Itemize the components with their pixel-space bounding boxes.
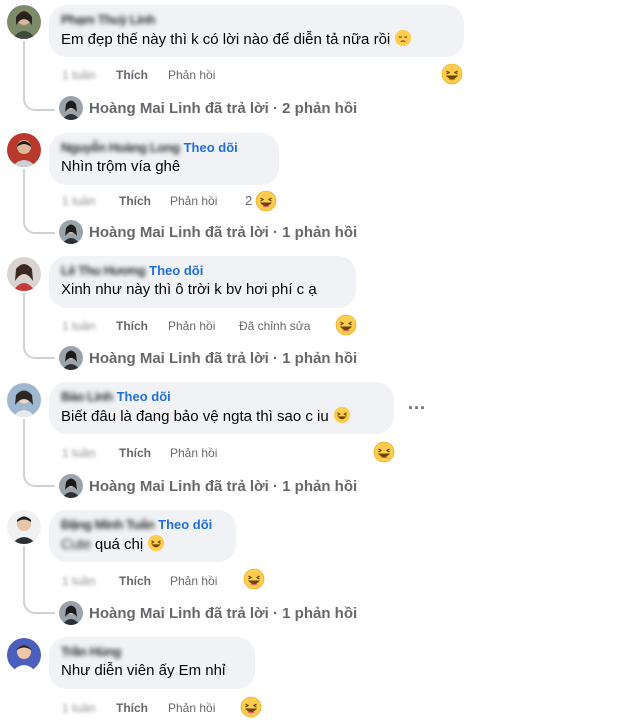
commenter-name[interactable]: Lê Thu Hương xyxy=(61,263,146,279)
comment-text-prefix: Cute xyxy=(61,536,91,553)
comment-time[interactable]: 1 tuần xyxy=(62,445,95,461)
comment-bubble: Trần Hùng Như diễn viên ấy Em nhỉ xyxy=(49,637,255,689)
like-button[interactable]: Thích xyxy=(119,445,151,461)
like-button[interactable]: Thích xyxy=(116,67,148,83)
more-options-icon[interactable]: ... xyxy=(408,393,426,414)
comment-text: quá chị xyxy=(94,536,144,553)
comment-actions: 1 tuần Thích Phản hồi xyxy=(62,67,262,83)
laughing-reaction-icon[interactable] xyxy=(243,568,265,590)
follow-button[interactable]: Theo dõi xyxy=(117,389,171,404)
commenter-name[interactable]: Nguyễn Hoàng Long xyxy=(61,140,180,156)
replies-summary[interactable]: Hoàng Mai Linh đã trả lời · 1 phản hồi xyxy=(59,474,357,498)
reply-thread-line xyxy=(23,41,55,111)
comment-text: Như diễn viên ấy Em nhỉ xyxy=(61,662,226,679)
comment-time[interactable]: 1 tuần xyxy=(62,318,95,334)
like-button[interactable]: Thích xyxy=(119,193,151,209)
follow-button[interactable]: Theo dõi xyxy=(158,517,212,532)
commenter-name[interactable]: Đặng Minh Tuấn xyxy=(61,517,155,533)
commenter-name[interactable]: Phạm Thuỳ Linh xyxy=(61,12,156,28)
replies-summary[interactable]: Hoàng Mai Linh đã trả lời · 2 phản hồi xyxy=(59,96,357,120)
comment-text: Biết đâu là đang bảo vệ ngta thì sao c i… xyxy=(61,408,329,425)
reply-thread-line xyxy=(23,169,55,234)
replies-summary[interactable]: Hoàng Mai Linh đã trả lời · 1 phản hồi xyxy=(59,601,357,625)
laughing-reaction-icon[interactable] xyxy=(255,190,277,212)
comment-actions: 1 tuần Thích Phản hồi xyxy=(62,445,262,461)
replies-summary[interactable]: Hoàng Mai Linh đã trả lời · 1 phản hồi xyxy=(59,346,357,370)
laughing-reaction-icon[interactable] xyxy=(441,63,463,85)
replies-summary-text: Hoàng Mai Linh đã trả lời · 1 phản hồi xyxy=(89,223,358,241)
pensive-emoji-icon xyxy=(395,29,412,47)
like-button[interactable]: Thích xyxy=(116,700,148,716)
comment-text: Nhìn trộm vía ghê xyxy=(61,158,181,175)
laughing-reaction-icon[interactable] xyxy=(335,314,357,336)
laughing-reaction-icon[interactable] xyxy=(240,696,262,718)
comment-bubble: Phạm Thuỳ Linh Em đẹp thế này thì k có l… xyxy=(49,5,464,57)
reply-button[interactable]: Phản hồi xyxy=(168,67,215,83)
reply-button[interactable]: Phản hồi xyxy=(168,700,215,716)
reply-button[interactable]: Phản hồi xyxy=(170,193,217,209)
comment-bubble: Đặng Minh Tuấn Theo dõi Cute quá chị xyxy=(49,510,236,562)
reply-avatar xyxy=(59,601,83,625)
comment-actions: 1 tuần Thích Phản hồi 2 xyxy=(62,193,262,209)
like-button[interactable]: Thích xyxy=(119,573,151,589)
commenter-name[interactable]: Bảo Linh xyxy=(61,389,113,405)
comment-actions: 1 tuần Thích Phản hồi xyxy=(62,573,262,589)
like-button[interactable]: Thích xyxy=(116,318,148,334)
comment-actions: 1 tuần Thích Phản hồi Đã chỉnh sửa xyxy=(62,318,342,334)
comment-bubble: Nguyễn Hoàng Long Theo dõi Nhìn trộm vía … xyxy=(49,133,279,185)
follow-button[interactable]: Theo dõi xyxy=(149,263,203,278)
laughing-emoji-icon xyxy=(148,534,165,552)
comment-time[interactable]: 1 tuần xyxy=(62,67,95,83)
commenter-name[interactable]: Trần Hùng xyxy=(61,644,121,660)
replies-summary-text: Hoàng Mai Linh đã trả lời · 1 phản hồi xyxy=(89,477,358,495)
follow-button[interactable]: Theo dõi xyxy=(184,140,238,155)
replies-summary-text: Hoàng Mai Linh đã trả lời · 1 phản hồi xyxy=(89,349,358,367)
replies-summary-text: Hoàng Mai Linh đã trả lời · 1 phản hồi xyxy=(89,604,358,622)
reply-avatar xyxy=(59,474,83,498)
reaction-count[interactable]: 2 xyxy=(245,193,252,209)
avatar[interactable] xyxy=(7,383,41,417)
reply-avatar xyxy=(59,96,83,120)
reply-thread-line xyxy=(23,293,55,359)
comment-time[interactable]: 1 tuần xyxy=(62,573,95,589)
comment-text: Em đẹp thế này thì k có lời nào để diễn … xyxy=(61,31,391,48)
reply-button[interactable]: Phản hồi xyxy=(170,445,217,461)
edited-label: Đã chỉnh sửa xyxy=(239,319,311,333)
reply-button[interactable]: Phản hồi xyxy=(170,573,217,589)
reply-avatar xyxy=(59,220,83,244)
comment-text: Xinh như này thì ô trời k bv hơi phí c ạ xyxy=(61,281,317,298)
reply-avatar xyxy=(59,346,83,370)
reply-button[interactable]: Phản hồi xyxy=(168,318,215,334)
laughing-reaction-icon[interactable] xyxy=(373,441,395,463)
reply-thread-line xyxy=(23,546,55,614)
comment-time[interactable]: 1 tuần xyxy=(62,193,95,209)
reply-thread-line xyxy=(23,419,55,487)
comment-time[interactable]: 1 tuần xyxy=(62,700,95,716)
replies-summary[interactable]: Hoàng Mai Linh đã trả lời · 1 phản hồi xyxy=(59,220,357,244)
comment-bubble: Bảo Linh Theo dõi Biết đâu là đang bảo vệ… xyxy=(49,382,394,434)
avatar[interactable] xyxy=(7,510,41,544)
comment-actions: 1 tuần Thích Phản hồi xyxy=(62,700,262,716)
comment-bubble: Lê Thu Hương Theo dõi Xinh như này thì ô … xyxy=(49,256,356,308)
avatar[interactable] xyxy=(7,257,41,291)
laughing-emoji-icon xyxy=(333,406,350,424)
avatar[interactable] xyxy=(7,5,41,39)
replies-summary-text: Hoàng Mai Linh đã trả lời · 2 phản hồi xyxy=(89,99,358,117)
avatar[interactable] xyxy=(7,133,41,167)
avatar[interactable] xyxy=(7,638,41,672)
